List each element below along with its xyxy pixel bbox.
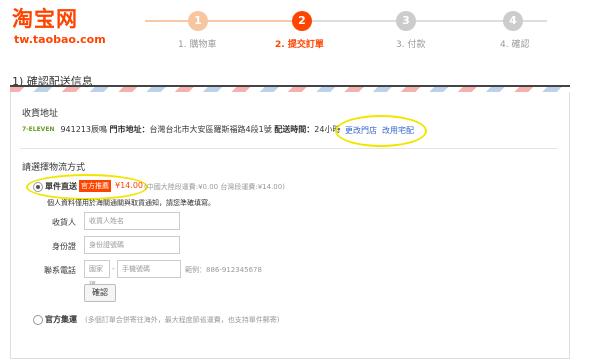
- store-address-value: 台灣台北市大安區羅斯福路4段1號: [149, 125, 272, 134]
- step-1-circle: 1: [188, 11, 208, 31]
- change-store-link[interactable]: 更改門店: [345, 125, 377, 136]
- mobile-number-input[interactable]: 手機號碼: [117, 260, 181, 278]
- step-4-label: 4. 確認: [500, 40, 530, 50]
- taobao-logo[interactable]: 淘宝网: [12, 8, 78, 30]
- recipient-label: 收貨人: [52, 218, 76, 227]
- direct-shipping-fee-detail: (中國大陸段運費:¥0.00 台灣段運費:¥14.00): [144, 183, 285, 191]
- step-3-circle: 3: [396, 11, 416, 31]
- section-divider: [20, 148, 558, 149]
- store-address-label: 門市地址：: [109, 125, 150, 134]
- direct-shipping-radio[interactable]: [33, 182, 43, 192]
- progress-line-done: [145, 20, 302, 22]
- store-name: 辰鳴: [91, 125, 107, 134]
- phone-example: 範例：886-912345678: [185, 266, 262, 274]
- use-home-delivery-link[interactable]: 改用宅配: [382, 125, 414, 136]
- phone-separator: -: [112, 264, 115, 273]
- taobao-logo-subtitle: tw.taobao.com: [14, 33, 106, 46]
- shipping-method-heading: 請選擇物流方式: [22, 163, 86, 173]
- privacy-note: 個人資料僅用於海關通關與取貨通知，請您準確填寫。: [47, 199, 215, 207]
- address-line: 7-ELEVEN 941213辰鳴 門市地址：台灣台北市大安區羅斯福路4段1號 配…: [22, 124, 340, 135]
- delivery-time-label: 配送時間：: [274, 125, 315, 134]
- postal-code: 941213: [60, 125, 91, 134]
- step-3-label: 3. 付款: [396, 40, 426, 50]
- consolidated-shipping-label[interactable]: 官方集運: [45, 314, 77, 325]
- step-4-circle: 4: [503, 11, 523, 31]
- direct-shipping-label[interactable]: 單件直送: [45, 181, 77, 192]
- consolidated-shipping-radio[interactable]: [33, 315, 43, 325]
- seven-eleven-logo: 7-ELEVEN: [22, 126, 55, 133]
- consolidated-shipping-note: (多個訂單合併寄往海外，最大程度節省運費，也支持單件郵寄): [85, 316, 280, 324]
- id-number-label: 身份證: [52, 242, 76, 251]
- country-code-input[interactable]: 國家碼: [84, 260, 110, 289]
- direct-shipping-price: ¥14.00: [115, 181, 143, 190]
- recipient-input[interactable]: 收貨人姓名: [84, 212, 180, 230]
- id-number-input[interactable]: 身份證號碼: [84, 236, 180, 254]
- recommended-badge: 官方推薦: [79, 180, 111, 192]
- step-1-label: 1. 購物車: [178, 40, 217, 50]
- confirm-button[interactable]: 確認: [84, 284, 116, 302]
- phone-label: 聯系電話: [44, 266, 76, 275]
- address-heading: 收貨地址: [22, 109, 59, 119]
- step-2-label: 2. 提交訂單: [275, 40, 324, 50]
- step-2-circle: 2: [292, 11, 312, 31]
